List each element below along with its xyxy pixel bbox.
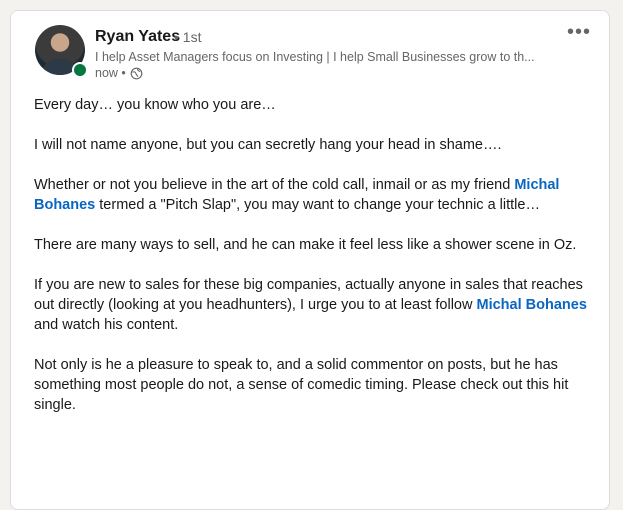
- post-paragraph: Whether or not you believe in the art of…: [34, 175, 594, 215]
- post-body: Every day… you know who you are… I will …: [34, 95, 594, 435]
- post-time: now •: [95, 66, 126, 80]
- post-paragraph: If you are new to sales for these big co…: [34, 275, 594, 335]
- post-paragraph: There are many ways to sell, and he can …: [34, 237, 577, 253]
- more-options-icon[interactable]: •••: [567, 22, 591, 42]
- post-text: termed a "Pitch Slap", you may want to c…: [95, 197, 540, 213]
- post-card: Ryan Yates • 1st I help Asset Managers f…: [10, 10, 610, 510]
- post-paragraph: Every day… you know who you are…: [34, 97, 276, 113]
- post-text: Whether or not you believe in the art of…: [34, 177, 515, 193]
- post-text: and watch his content.: [34, 317, 179, 333]
- post-meta: now •: [95, 66, 143, 80]
- post-paragraph: Not only is he a pleasure to speak to, a…: [34, 357, 569, 413]
- connection-degree: • 1st: [174, 29, 202, 45]
- post-paragraph: I will not name anyone, but you can secr…: [34, 137, 502, 153]
- globe-icon: [130, 67, 143, 79]
- author-headline: I help Asset Managers focus on Investing…: [95, 50, 535, 64]
- author-name[interactable]: Ryan Yates: [95, 28, 180, 46]
- mention-link[interactable]: Michal Bohanes: [477, 297, 587, 313]
- online-status-icon: [72, 62, 88, 78]
